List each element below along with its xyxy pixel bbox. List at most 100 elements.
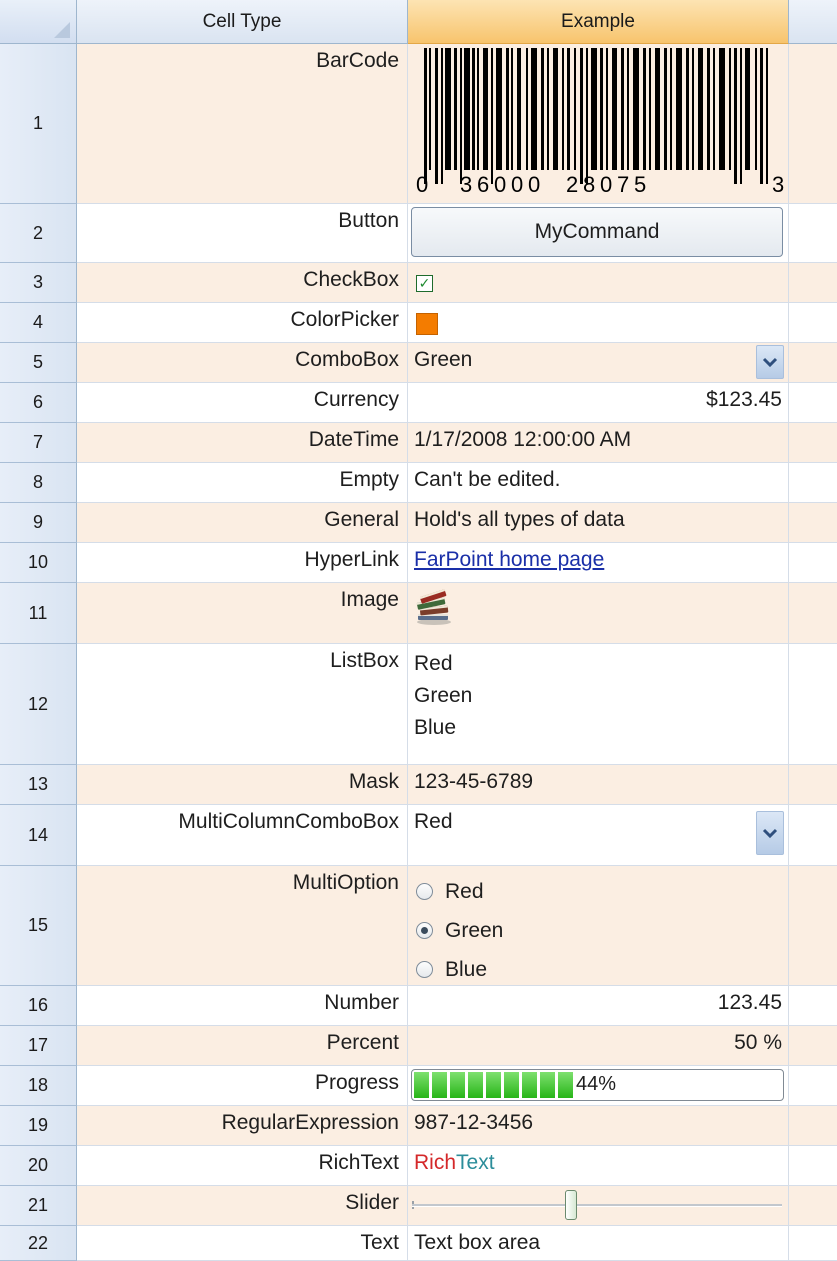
empty-cell[interactable] <box>789 503 837 543</box>
row-header[interactable]: 20 <box>0 1146 77 1186</box>
column-header-empty[interactable] <box>789 0 837 44</box>
radio-option[interactable]: Red <box>416 872 503 911</box>
multicolumn-combobox-dropdown-button[interactable] <box>756 811 784 855</box>
empty-cell[interactable] <box>789 644 837 765</box>
row-header[interactable]: 9 <box>0 503 77 543</box>
empty-cell[interactable] <box>789 263 837 303</box>
empty-cell[interactable] <box>789 463 837 503</box>
empty-cell[interactable] <box>789 343 837 383</box>
empty-cell[interactable] <box>789 866 837 986</box>
radio-option[interactable]: Blue <box>416 950 503 985</box>
empty-cell[interactable] <box>789 44 837 204</box>
row-header[interactable]: 16 <box>0 986 77 1026</box>
cell-type[interactable]: BarCode <box>77 44 408 204</box>
my-command-button[interactable]: MyCommand <box>411 207 783 257</box>
empty-cell[interactable] <box>789 204 837 263</box>
row-header[interactable]: 2 <box>0 204 77 263</box>
column-header-cell-type[interactable]: Cell Type <box>77 0 408 44</box>
regex-cell[interactable]: 987-12-3456 <box>408 1106 789 1146</box>
cell-type[interactable]: DateTime <box>77 423 408 463</box>
general-cell[interactable]: Hold's all types of data <box>408 503 789 543</box>
row-header[interactable]: 15 <box>0 866 77 986</box>
image-cell[interactable] <box>408 583 789 644</box>
barcode-cell[interactable]: 036000280753 <box>408 44 789 204</box>
currency-cell[interactable]: $123.45 <box>408 383 789 423</box>
row-header[interactable]: 22 <box>0 1226 77 1261</box>
empty-cell[interactable] <box>789 765 837 805</box>
empty-cell[interactable] <box>789 543 837 583</box>
row-header[interactable]: 5 <box>0 343 77 383</box>
empty-cell[interactable] <box>789 1186 837 1226</box>
multicolumn-combobox-cell[interactable]: Red <box>408 805 789 866</box>
row-header[interactable]: 11 <box>0 583 77 644</box>
empty-cell[interactable] <box>789 583 837 644</box>
list-item[interactable]: Blue <box>414 712 472 744</box>
cell-type[interactable]: Empty <box>77 463 408 503</box>
row-header[interactable]: 17 <box>0 1026 77 1066</box>
cell-type[interactable]: RichText <box>77 1146 408 1186</box>
row-header[interactable]: 7 <box>0 423 77 463</box>
cell-type[interactable]: ListBox <box>77 644 408 765</box>
richtext-cell[interactable]: RichText <box>408 1146 789 1186</box>
row-header[interactable]: 13 <box>0 765 77 805</box>
empty-cell[interactable] <box>789 303 837 343</box>
row-header[interactable]: 6 <box>0 383 77 423</box>
empty-type-cell[interactable]: Can't be edited. <box>408 463 789 503</box>
cell-type[interactable]: ColorPicker <box>77 303 408 343</box>
row-header[interactable]: 21 <box>0 1186 77 1226</box>
cell-type[interactable]: HyperLink <box>77 543 408 583</box>
row-header[interactable]: 18 <box>0 1066 77 1106</box>
empty-cell[interactable] <box>789 805 837 866</box>
list-item[interactable]: Green <box>414 680 472 712</box>
row-header[interactable]: 10 <box>0 543 77 583</box>
select-all-corner[interactable] <box>0 0 77 44</box>
cell-type[interactable]: Percent <box>77 1026 408 1066</box>
row-header[interactable]: 12 <box>0 644 77 765</box>
combobox-cell[interactable]: Green <box>408 343 789 383</box>
column-header-example[interactable]: Example <box>408 0 789 44</box>
empty-cell[interactable] <box>789 383 837 423</box>
empty-cell[interactable] <box>789 1106 837 1146</box>
row-header[interactable]: 14 <box>0 805 77 866</box>
combobox-dropdown-button[interactable] <box>756 345 784 379</box>
cell-type[interactable]: Mask <box>77 765 408 805</box>
cell-type[interactable]: CheckBox <box>77 263 408 303</box>
empty-cell[interactable] <box>789 1146 837 1186</box>
checkbox[interactable]: ✓ <box>416 275 433 292</box>
cell-type[interactable]: Button <box>77 204 408 263</box>
cell-type[interactable]: Number <box>77 986 408 1026</box>
datetime-cell[interactable]: 1/17/2008 12:00:00 AM <box>408 423 789 463</box>
row-header[interactable]: 8 <box>0 463 77 503</box>
cell-type[interactable]: Slider <box>77 1186 408 1226</box>
empty-cell[interactable] <box>789 986 837 1026</box>
cell-type[interactable]: MultiColumnComboBox <box>77 805 408 866</box>
radio-button[interactable] <box>416 961 433 978</box>
row-header[interactable]: 3 <box>0 263 77 303</box>
slider-track[interactable] <box>412 1204 782 1207</box>
cell-type[interactable]: Currency <box>77 383 408 423</box>
cell-type[interactable]: Image <box>77 583 408 644</box>
row-header[interactable]: 19 <box>0 1106 77 1146</box>
text-cell[interactable]: Text box area <box>408 1226 789 1261</box>
row-header[interactable]: 1 <box>0 44 77 204</box>
mask-cell[interactable]: 123-45-6789 <box>408 765 789 805</box>
empty-cell[interactable] <box>789 1066 837 1106</box>
empty-cell[interactable] <box>789 1026 837 1066</box>
radio-button-selected[interactable] <box>416 922 433 939</box>
empty-cell[interactable] <box>789 1226 837 1261</box>
empty-cell[interactable] <box>789 423 837 463</box>
number-cell[interactable]: 123.45 <box>408 986 789 1026</box>
percent-cell[interactable]: 50 % <box>408 1026 789 1066</box>
cell-type[interactable]: Text <box>77 1226 408 1261</box>
list-item[interactable]: Red <box>414 648 472 680</box>
radio-option[interactable]: Green <box>416 911 503 950</box>
farpoint-home-link[interactable]: FarPoint home page <box>414 548 604 572</box>
cell-type[interactable]: Progress <box>77 1066 408 1106</box>
cell-type[interactable]: ComboBox <box>77 343 408 383</box>
color-swatch[interactable] <box>416 313 438 335</box>
cell-type[interactable]: RegularExpression <box>77 1106 408 1146</box>
radio-button[interactable] <box>416 883 433 900</box>
row-header[interactable]: 4 <box>0 303 77 343</box>
cell-type[interactable]: MultiOption <box>77 866 408 986</box>
slider-thumb[interactable] <box>565 1190 577 1220</box>
